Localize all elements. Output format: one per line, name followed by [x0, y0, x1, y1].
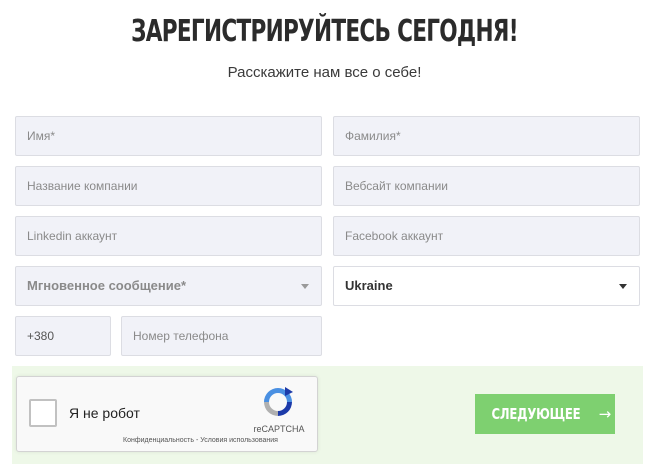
page-title: ЗАРЕГИСТРИРУЙТЕСЬ СЕГОДНЯ! [131, 14, 518, 49]
recaptcha-links[interactable]: Конфиденциальность - Условия использован… [123, 437, 278, 444]
messenger-select[interactable]: Мгновенное сообщение* [15, 266, 322, 306]
chevron-down-icon [619, 284, 627, 289]
page-subtitle: Расскажите нам все о себе! [227, 64, 422, 81]
phone-number-field[interactable] [121, 316, 322, 356]
linkedin-input[interactable] [27, 217, 310, 255]
arrow-right-icon: → [598, 405, 612, 423]
country-select-value: Ukraine [345, 278, 393, 293]
company-name-input[interactable] [27, 167, 310, 205]
linkedin-field[interactable] [15, 216, 322, 256]
facebook-input[interactable] [345, 217, 628, 255]
company-website-field[interactable] [333, 166, 640, 206]
recaptcha-label: Я не робот [69, 405, 140, 421]
messenger-select-value: Мгновенное сообщение* [27, 278, 187, 293]
recaptcha-logo-icon [264, 387, 293, 416]
phone-code-field[interactable]: +380 [15, 316, 111, 356]
company-website-input[interactable] [345, 167, 628, 205]
recaptcha-widget: Я не робот reCAPTCHA Конфиденциальность … [16, 376, 318, 452]
last-name-input[interactable] [345, 117, 628, 155]
next-button[interactable]: СЛЕДУЮЩЕЕ → [475, 394, 615, 434]
phone-code-value: +380 [27, 329, 55, 343]
next-button-label: СЛЕДУЮЩЕЕ [491, 405, 581, 423]
last-name-field[interactable] [333, 116, 640, 156]
country-select[interactable]: Ukraine [333, 266, 640, 306]
phone-number-input[interactable] [133, 317, 310, 355]
first-name-input[interactable] [27, 117, 310, 155]
chevron-down-icon [301, 284, 309, 289]
facebook-field[interactable] [333, 216, 640, 256]
recaptcha-brand: reCAPTCHA [253, 424, 305, 434]
company-name-field[interactable] [15, 166, 322, 206]
recaptcha-checkbox[interactable] [29, 399, 57, 427]
first-name-field[interactable] [15, 116, 322, 156]
